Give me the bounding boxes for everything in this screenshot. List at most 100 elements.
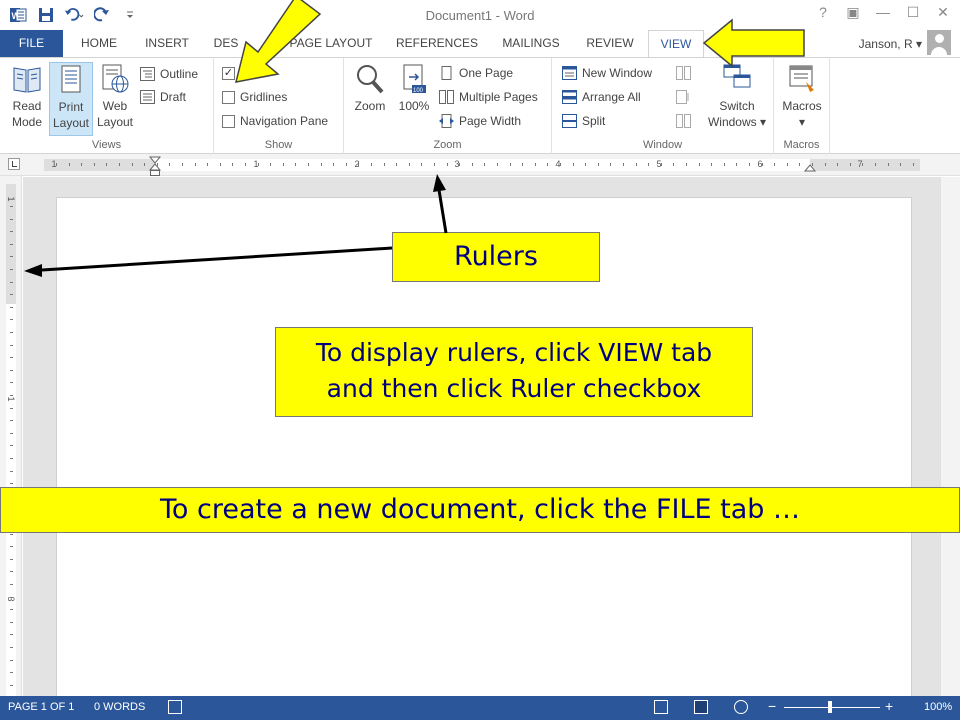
draft-label: Draft xyxy=(160,90,187,104)
view-side-by-side-button[interactable] xyxy=(676,63,691,83)
web-layout-label: Web Layout xyxy=(96,99,134,129)
zoom-100-icon: 100 xyxy=(398,62,430,96)
ruler-tick xyxy=(749,163,750,166)
zoom-100-button[interactable]: 100 100% xyxy=(392,62,436,114)
ruler-tick xyxy=(207,163,208,166)
maximize-button[interactable]: ☐ xyxy=(904,4,922,21)
ruler-tick xyxy=(10,382,13,383)
multiple-pages-icon xyxy=(439,90,454,104)
rulers-callout-text: Rulers xyxy=(454,241,538,272)
ruler-tick xyxy=(10,332,13,333)
ruler-tick xyxy=(10,660,13,661)
ruler-tick xyxy=(182,163,183,166)
new-window-label: New Window xyxy=(582,66,653,80)
reset-window-position-button[interactable] xyxy=(676,111,691,131)
ruler-tick xyxy=(132,163,133,166)
ruler-checkbox[interactable]: ✓ Ruler xyxy=(222,63,269,83)
tab-mailings[interactable]: MAILINGS xyxy=(494,30,568,57)
tab-page-layout[interactable]: PAGE LAYOUT xyxy=(282,30,380,57)
ruler-tick xyxy=(623,163,624,166)
ruler-tick xyxy=(169,163,170,166)
ribbon: Read Mode Print Layout Web Layout Outlin… xyxy=(0,57,960,154)
page-count[interactable]: PAGE 1 OF 1 xyxy=(8,701,74,713)
ruler-number: 3 xyxy=(454,159,460,169)
web-layout-view-icon[interactable] xyxy=(734,700,748,714)
tab-stop-selector[interactable] xyxy=(8,158,20,170)
gridlines-checkbox[interactable]: Gridlines xyxy=(222,87,287,107)
new-window-button[interactable]: New Window xyxy=(562,63,652,83)
ruler-number: 7 xyxy=(857,159,863,169)
page-width-label: Page Width xyxy=(459,114,522,128)
sync-scroll-icon xyxy=(676,90,691,104)
proofing-icon[interactable] xyxy=(168,700,182,714)
multiple-pages-button[interactable]: Multiple Pages xyxy=(439,87,538,107)
display-callout-line2: and then click Ruler checkbox xyxy=(326,374,702,403)
ruler-tick xyxy=(10,597,13,598)
show-group: ✓ Ruler Gridlines Navigation Pane Show xyxy=(214,58,344,154)
tab-home[interactable]: HOME xyxy=(70,30,128,57)
page-icon xyxy=(55,63,87,97)
views-group: Read Mode Print Layout Web Layout Outlin… xyxy=(0,58,214,154)
tab-review[interactable]: REVIEW xyxy=(580,30,640,57)
page-width-icon xyxy=(439,114,454,128)
ribbon-display-button[interactable]: ▣ xyxy=(844,4,862,21)
split-button[interactable]: Split xyxy=(562,111,605,131)
ruler-tick xyxy=(10,672,13,673)
word-count[interactable]: 0 WORDS xyxy=(94,701,145,713)
ruler-tick xyxy=(384,163,385,166)
zoom-group: Zoom 100 100% One Page Multiple Pages Pa… xyxy=(344,58,552,154)
arrange-all-button[interactable]: Arrange All xyxy=(562,87,641,107)
vertical-scrollbar[interactable] xyxy=(940,177,960,696)
synchronous-scrolling-button[interactable] xyxy=(676,87,691,107)
ruler-tick xyxy=(825,163,826,166)
one-page-button[interactable]: One Page xyxy=(439,63,513,83)
ruler-tick xyxy=(295,163,296,166)
zoom-slider-thumb[interactable] xyxy=(828,701,832,713)
page-width-button[interactable]: Page Width xyxy=(439,111,521,131)
avatar[interactable] xyxy=(927,30,951,55)
arrange-all-label: Arrange All xyxy=(582,90,641,104)
switch-windows-button[interactable]: Switch Windows ▾ xyxy=(704,62,770,130)
vertical-ruler[interactable]: 1 1 2 3 xyxy=(0,176,22,696)
ruler-tick xyxy=(283,163,284,166)
draft-button[interactable]: Draft xyxy=(140,87,186,107)
zoom-slider[interactable] xyxy=(784,707,880,708)
tab-design[interactable]: DES xyxy=(206,30,246,57)
ruler-tick xyxy=(10,345,13,346)
ruler-tick xyxy=(686,163,687,166)
tab-file[interactable]: FILE xyxy=(0,30,63,57)
read-mode-button[interactable]: Read Mode xyxy=(5,62,49,130)
read-mode-label: Read Mode xyxy=(11,99,43,129)
zoom-in-icon[interactable]: + xyxy=(885,698,893,714)
indent-marker-icon[interactable] xyxy=(148,156,162,178)
horizontal-ruler[interactable]: 1 1 2 3 4 5 6 7 xyxy=(0,154,960,176)
read-mode-view-icon[interactable] xyxy=(654,700,668,714)
ruler-tick xyxy=(673,163,674,166)
zoom-level[interactable]: 100% xyxy=(924,701,952,713)
zoom-button[interactable]: Zoom xyxy=(348,62,392,114)
tab-view[interactable]: VIEW xyxy=(648,30,704,58)
ruler-number: 1 xyxy=(253,159,259,169)
tab-references[interactable]: REFERENCES xyxy=(392,30,482,57)
tab-insert[interactable]: INSERT xyxy=(136,30,198,57)
web-layout-button[interactable]: Web Layout xyxy=(93,62,137,130)
ruler-tick xyxy=(484,163,485,166)
account-name[interactable]: Janson, R ▾ xyxy=(859,37,922,51)
navigation-pane-checkbox[interactable]: Navigation Pane xyxy=(222,111,328,131)
ruler-tick xyxy=(10,546,13,547)
print-layout-view-icon[interactable] xyxy=(694,700,708,714)
macros-button[interactable]: Macros ▾ xyxy=(780,62,824,130)
switch-windows-icon xyxy=(721,62,753,96)
macros-dropdown-icon[interactable]: ▾ xyxy=(799,115,805,129)
right-indent-marker-icon[interactable] xyxy=(803,163,817,173)
close-button[interactable]: ✕ xyxy=(934,4,952,21)
outline-button[interactable]: Outline xyxy=(140,64,198,84)
minimize-button[interactable]: — xyxy=(874,4,892,21)
ruler-tick xyxy=(10,685,13,686)
zoom-out-icon[interactable]: − xyxy=(768,698,776,714)
ruler-tick xyxy=(812,163,813,166)
ruler-tick xyxy=(699,163,700,166)
print-layout-button[interactable]: Print Layout xyxy=(49,62,93,136)
ruler-tick xyxy=(510,163,511,166)
help-button[interactable]: ? xyxy=(814,4,832,21)
